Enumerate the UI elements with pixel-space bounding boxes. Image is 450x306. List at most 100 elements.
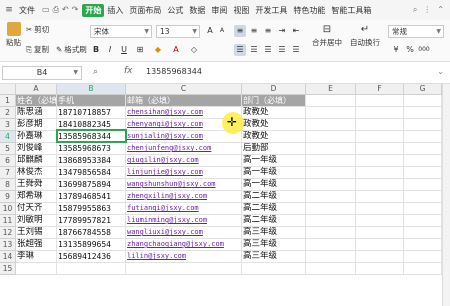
column-header-f[interactable]: F xyxy=(356,84,404,95)
table-cell-email[interactable]: qiuqilin@jsxy.com xyxy=(126,155,242,167)
table-cell[interactable] xyxy=(356,143,404,155)
align-top-icon[interactable]: ≡ xyxy=(234,25,246,37)
row-header-10[interactable]: 10 xyxy=(0,203,16,215)
row-header-15[interactable]: 15 xyxy=(0,263,16,275)
header-cell-phone[interactable]: 手机 xyxy=(57,95,126,107)
column-header-b[interactable]: B xyxy=(57,84,126,95)
collapse-icon[interactable]: ⌃ xyxy=(437,5,444,15)
table-cell[interactable] xyxy=(404,239,442,251)
column-header-a[interactable]: A xyxy=(16,84,57,95)
function-icon[interactable]: fx xyxy=(124,66,133,76)
table-cell-email[interactable]: chenjunfeng@jsxy.com xyxy=(126,143,242,155)
column-header-d[interactable]: D xyxy=(242,84,306,95)
row-header-13[interactable]: 13 xyxy=(0,239,16,251)
clear-format-icon[interactable]: ◇ xyxy=(188,44,200,56)
table-cell[interactable] xyxy=(306,191,356,203)
table-cell[interactable] xyxy=(242,263,306,275)
table-cell-dept[interactable]: 高三年级 xyxy=(242,251,306,263)
table-cell-phone[interactable]: 13699875894 xyxy=(57,179,126,191)
table-cell-phone[interactable]: 13135899654 xyxy=(57,239,126,251)
table-cell[interactable] xyxy=(306,167,356,179)
currency-icon[interactable]: ¥ xyxy=(390,44,402,56)
tab-formulas[interactable]: 公式 xyxy=(164,5,186,16)
font-size-select[interactable]: 13 ▼ xyxy=(156,25,200,38)
table-cell-phone[interactable]: 18410882345 xyxy=(57,119,126,131)
table-cell-phone[interactable]: 13789468541 xyxy=(57,191,126,203)
tab-home[interactable]: 开始 xyxy=(82,3,105,17)
table-cell-email[interactable]: liuminming@jsxy.com xyxy=(126,215,242,227)
shrink-font-icon[interactable]: A xyxy=(216,25,228,37)
align-center-icon[interactable]: ☰ xyxy=(248,44,260,56)
row-header-3[interactable]: 3 xyxy=(0,119,16,131)
copy-button[interactable]: ⎘ 复制 xyxy=(26,44,49,55)
column-header-g[interactable]: G xyxy=(404,84,442,95)
table-cell[interactable] xyxy=(356,191,404,203)
tab-smart-toolbox[interactable]: 智能工具箱 xyxy=(328,5,374,16)
grow-font-icon[interactable]: A xyxy=(204,25,216,37)
format-painter-button[interactable]: ✎ 格式刷 xyxy=(56,44,87,55)
align-bottom-icon[interactable]: ≡ xyxy=(262,25,274,37)
cut-button[interactable]: ✂ 剪切 xyxy=(26,24,49,35)
table-cell-email[interactable]: wangliuxi@jsxy.com xyxy=(126,227,242,239)
table-cell-dept[interactable]: 高二年级 xyxy=(242,215,306,227)
table-cell-name[interactable]: 张超强 xyxy=(16,239,57,251)
table-cell-dept[interactable]: 高一年级 xyxy=(242,167,306,179)
menu-icon[interactable]: ≡ xyxy=(4,5,14,15)
vertical-scrollbar[interactable] xyxy=(442,84,450,306)
table-cell[interactable] xyxy=(306,155,356,167)
align-left-icon[interactable]: ☰ xyxy=(234,44,246,56)
table-cell-email[interactable]: linjunjie@jsxy.com xyxy=(126,167,242,179)
row-header-12[interactable]: 12 xyxy=(0,227,16,239)
row-header-9[interactable]: 9 xyxy=(0,191,16,203)
fill-color-icon[interactable]: ◆ xyxy=(152,44,164,56)
header-cell-dept[interactable]: 部门（必填） xyxy=(242,95,306,107)
table-cell-dept[interactable]: 高一年级 xyxy=(242,179,306,191)
bold-icon[interactable]: B xyxy=(90,44,102,56)
table-cell[interactable] xyxy=(404,95,442,107)
table-cell-email[interactable]: zhengxilin@jsxy.com xyxy=(126,191,242,203)
table-cell[interactable] xyxy=(404,131,442,143)
table-cell-dept[interactable]: 高二年级 xyxy=(242,191,306,203)
indent-icon[interactable]: ⇥ xyxy=(276,25,288,37)
table-cell-name[interactable]: 彭彦期 xyxy=(16,119,57,131)
table-cell[interactable] xyxy=(356,107,404,119)
search-icon[interactable]: ⌕ xyxy=(413,5,417,15)
row-header-6[interactable]: 6 xyxy=(0,155,16,167)
more-icon[interactable]: ⋮ xyxy=(423,5,431,15)
table-cell-email[interactable]: futianqi@jsxy.com xyxy=(126,203,242,215)
table-cell[interactable] xyxy=(306,227,356,239)
outdent-icon[interactable]: ⇤ xyxy=(290,25,302,37)
table-cell-phone[interactable]: 13585968344 xyxy=(57,131,126,143)
table-cell-name[interactable]: 郑希琳 xyxy=(16,191,57,203)
table-cell[interactable] xyxy=(404,119,442,131)
justify-icon[interactable]: ☰ xyxy=(276,44,288,56)
percent-icon[interactable]: % xyxy=(404,44,416,56)
table-cell[interactable] xyxy=(356,203,404,215)
row-header-7[interactable]: 7 xyxy=(0,167,16,179)
table-cell[interactable] xyxy=(356,95,404,107)
column-header-e[interactable]: E xyxy=(306,84,356,95)
zoom-icon[interactable]: ⌕ xyxy=(93,67,98,77)
table-cell[interactable] xyxy=(306,107,356,119)
table-cell-name[interactable]: 李琳 xyxy=(16,251,57,263)
tab-insert[interactable]: 插入 xyxy=(104,5,126,16)
table-cell[interactable] xyxy=(404,227,442,239)
table-cell-phone[interactable]: 15879955863 xyxy=(57,203,126,215)
row-header-4[interactable]: 4 xyxy=(0,131,16,143)
row-header-11[interactable]: 11 xyxy=(0,215,16,227)
table-cell[interactable] xyxy=(404,107,442,119)
row-header-5[interactable]: 5 xyxy=(0,143,16,155)
merge-center-button[interactable]: ⊟ 合并居中 xyxy=(312,24,342,48)
header-cell-name[interactable]: 姓名（必填） xyxy=(16,95,57,107)
tab-review[interactable]: 审阅 xyxy=(208,5,230,16)
table-cell[interactable] xyxy=(404,167,442,179)
file-menu[interactable]: 文件 xyxy=(16,5,38,16)
expand-icon[interactable]: ⌄ xyxy=(437,67,444,76)
table-cell[interactable] xyxy=(306,215,356,227)
table-cell[interactable] xyxy=(356,119,404,131)
table-cell[interactable] xyxy=(404,263,442,275)
row-header-14[interactable]: 14 xyxy=(0,251,16,263)
font-color-icon[interactable]: A xyxy=(170,44,182,56)
table-cell-dept[interactable]: 政教处 xyxy=(242,119,306,131)
table-cell-email[interactable]: sunjialin@jsxy.com xyxy=(126,131,242,143)
